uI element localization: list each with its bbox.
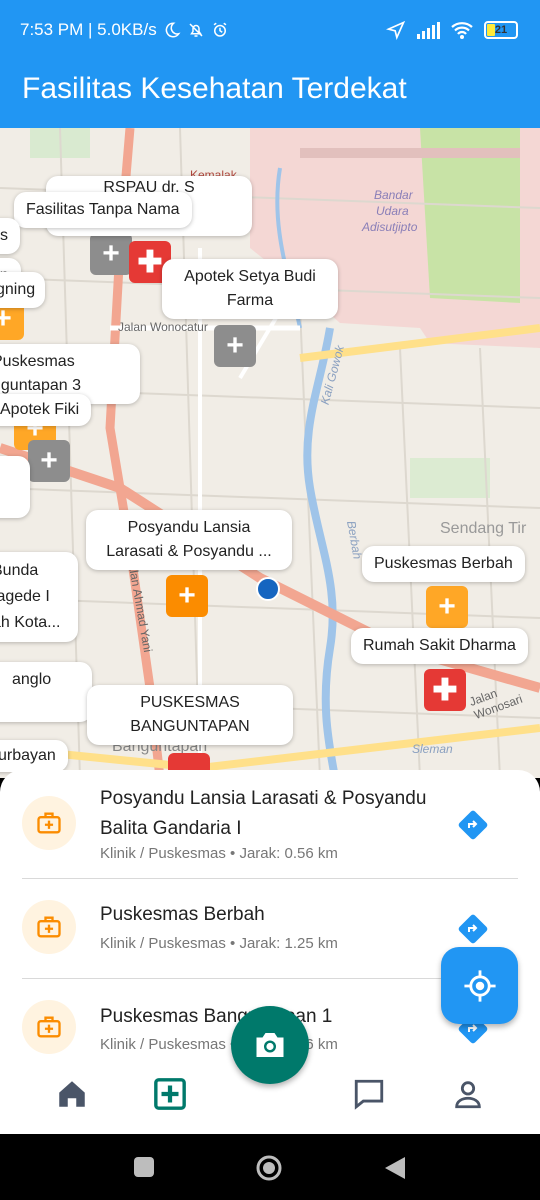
moon-icon: [165, 22, 181, 38]
orange-clinic-marker[interactable]: +: [426, 586, 468, 628]
medical-kit-icon: [22, 1000, 76, 1054]
road-wonocatur: Jalan Wonocatur: [118, 320, 208, 334]
signal-icon: [417, 22, 440, 39]
map-label-line: ah Kota...: [0, 614, 61, 631]
map-label-text: anglo: [12, 671, 52, 688]
map-label-ning[interactable]: gning: [0, 272, 46, 308]
map-label-puskesmas-banguntapan[interactable]: PUSKESMAS BANGUNTAPAN: [87, 685, 293, 745]
my-location-icon: [463, 969, 496, 1002]
directions-icon[interactable]: [458, 914, 488, 944]
map-label-s[interactable]: s: [0, 218, 20, 254]
map-label-fasilitas[interactable]: Fasilitas Tanpa Nama: [14, 192, 192, 228]
map-label-line: Posyandu Lansia: [127, 519, 251, 536]
gray-facility-marker[interactable]: +: [28, 440, 70, 482]
map-label-text: urbayan: [0, 747, 56, 764]
status-right: 21: [386, 20, 518, 40]
home-system-icon[interactable]: [255, 1154, 283, 1182]
bell-off-icon: [189, 23, 203, 37]
home-icon: [59, 1081, 85, 1107]
map-label-line: Puskesmas: [0, 353, 75, 370]
place-sleman: Sleman: [412, 742, 453, 756]
app-bar: Fasilitas Kesehatan Terdekat: [0, 62, 540, 128]
map-label-line: n: [0, 486, 18, 510]
nav-health[interactable]: [150, 1074, 190, 1114]
directions-icon[interactable]: [458, 810, 488, 840]
wifi-icon: [451, 22, 473, 39]
map-label-line: Larasati & Posyandu ...: [106, 543, 272, 560]
map-label-urbayan[interactable]: urbayan: [0, 740, 68, 772]
map-label-text: Rumah Sakit Dharma: [363, 637, 516, 654]
map-label-puskesmas-berbah[interactable]: Puskesmas Berbah: [362, 546, 525, 582]
status-bar: 7:53 PM | 5.0KB/s 21: [0, 0, 540, 62]
orange-clinic-marker[interactable]: +: [166, 575, 208, 617]
location-arrow-icon: [386, 20, 406, 40]
red-hospital-marker[interactable]: ✚: [424, 669, 466, 711]
medical-kit-icon: [22, 796, 76, 850]
alarm-icon: [213, 22, 227, 37]
nav-profile[interactable]: [448, 1074, 488, 1114]
profile-icon: [455, 1081, 481, 1109]
map-label-line: Farma: [226, 292, 274, 309]
airport-name-3: Adisutjipto: [362, 220, 418, 234]
map-view[interactable]: Bandar Udara Adisutjipto Kemalak Jalan W…: [0, 128, 540, 778]
map-label-text: gning: [0, 281, 36, 298]
page-title: Fasilitas Kesehatan Terdekat: [22, 72, 407, 105]
back-icon[interactable]: [383, 1155, 407, 1181]
camera-icon: [256, 1033, 284, 1057]
status-left: 7:53 PM | 5.0KB/s: [20, 20, 229, 40]
my-location-button[interactable]: [441, 947, 518, 1024]
list-item-title: Posyandu Lansia Larasati & Posyandu Bali…: [100, 788, 427, 839]
gray-facility-marker[interactable]: +: [214, 325, 256, 367]
map-label-rs-dharma[interactable]: Rumah Sakit Dharma: [351, 628, 528, 664]
health-plus-icon: [154, 1078, 186, 1110]
airport-name-2: Udara: [376, 204, 409, 218]
medical-kit-icon: [22, 900, 76, 954]
list-divider: [22, 878, 518, 879]
map-label-line: PUSKESMAS: [140, 694, 240, 711]
map-label-line: Apotek Setya Budi: [184, 268, 316, 285]
map-label-line: BANGUNTAPAN: [130, 718, 250, 735]
map-label-anglo[interactable]: anglo: [0, 662, 92, 722]
battery-level: 21: [494, 24, 508, 36]
airport-name-1: Bandar: [374, 188, 413, 202]
nav-chat[interactable]: [349, 1074, 389, 1114]
map-label-text: Apotek Fiki: [0, 401, 80, 418]
map-label-apotek-setya[interactable]: Apotek Setya Budi Farma: [162, 259, 338, 319]
current-location-dot: [256, 577, 280, 601]
status-time: 7:53 PM | 5.0KB/s: [20, 20, 157, 39]
map-label-line: Bunda: [0, 562, 39, 579]
camera-button[interactable]: [231, 1006, 309, 1084]
map-label-line: tagede I: [0, 588, 50, 605]
recent-apps-icon[interactable]: [133, 1156, 155, 1178]
battery-icon: 21: [484, 21, 518, 39]
gray-facility-marker[interactable]: +: [90, 233, 132, 275]
map-label-text: Fasilitas Tanpa Nama: [26, 201, 180, 218]
nav-home[interactable]: [52, 1074, 92, 1114]
list-item-title: Puskesmas Berbah: [100, 904, 265, 925]
chat-icon: [354, 1079, 384, 1110]
map-label-bunda[interactable]: Bunda tagede I ah Kota...: [0, 552, 78, 642]
map-label-line: i: [0, 462, 18, 486]
map-label-i[interactable]: i n: [0, 456, 30, 518]
map-label-apotek-fiki[interactable]: Apotek Fiki: [0, 394, 92, 426]
map-label-text: s: [0, 227, 8, 244]
map-label-text: Puskesmas Berbah: [374, 555, 513, 572]
system-navigation-bar: [0, 1134, 540, 1200]
list-item[interactable]: Posyandu Lansia Larasati & Posyandu Bali…: [22, 788, 518, 892]
list-item-subtitle: Klinik / Puskesmas • Jarak: 0.56 km: [100, 845, 338, 862]
place-sendang: Sendang Tir: [440, 520, 527, 537]
map-label-posyandu[interactable]: Posyandu Lansia Larasati & Posyandu ...: [86, 510, 292, 570]
list-item-subtitle: Klinik / Puskesmas • Jarak: 1.25 km: [100, 935, 338, 952]
